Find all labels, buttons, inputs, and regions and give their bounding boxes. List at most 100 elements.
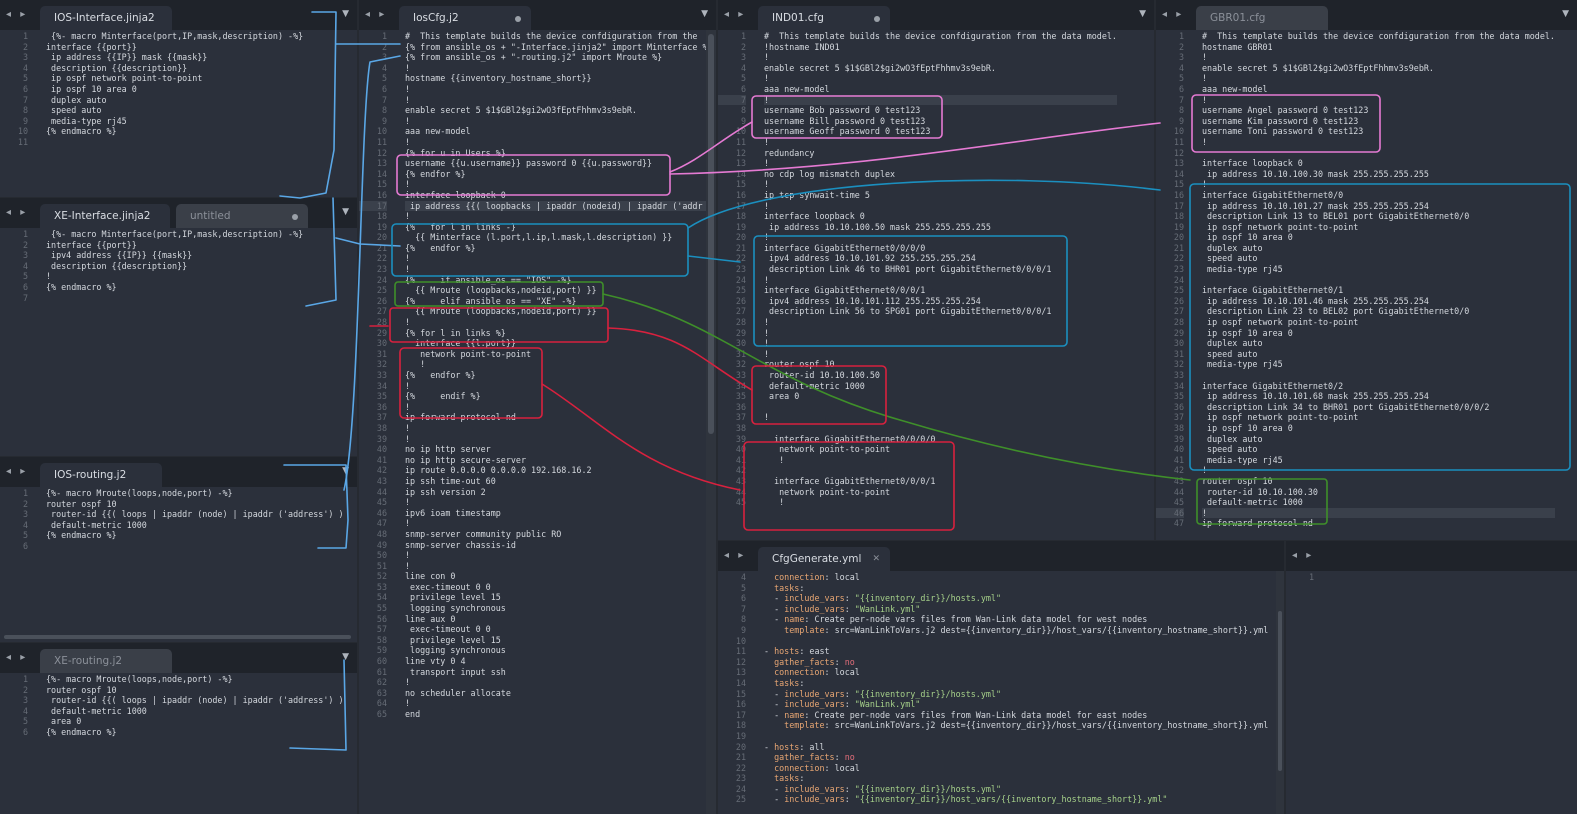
horizontal-scrollbar[interactable] [4,635,351,639]
line-number: 20 [735,232,746,243]
line-number: 13 [735,667,746,678]
tab-bar: ◂ ▸ IOS-Interface.jinja2 ▼ [0,0,357,30]
line-number: 3 [1178,52,1184,63]
tab-nav-arrows[interactable]: ◂ ▸ [1292,550,1314,561]
line-number: 27 [376,306,387,317]
tab-menu-icon[interactable]: ▼ [701,9,708,19]
line-number: 50 [376,550,387,561]
tab-nav-arrows[interactable]: ◂ ▸ [6,207,28,218]
code-line: ip route 0.0.0.0 0.0.0.0 192.168.16.2 [405,465,592,476]
code-line: ip address 10.10.101.46 mask 255.255.255… [1202,295,1429,306]
line-number: 8 [381,105,387,116]
line-number: 59 [376,645,387,656]
tab-untitled[interactable]: untitled [176,204,308,228]
line-number: 21 [735,752,746,763]
tab-ioscfg[interactable]: IosCfg.j2 [399,6,531,30]
line-number: 9 [22,115,28,126]
tab-nav-arrows[interactable]: ◂ ▸ [724,550,746,561]
line-number: 1 [22,31,28,41]
line-number: 14 [376,168,387,179]
tab-ios-routing[interactable]: IOS-routing.j2 [40,463,162,487]
code-line: ! [405,264,411,275]
code-line: exec-timeout 0 0 [405,581,491,592]
code-line: ! [764,232,770,243]
line-number: 42 [376,465,387,476]
line-number: 32 [735,359,746,370]
line-number: 12 [735,147,746,158]
pane-gbr01: ◂ ▸ GBR01.cfg ▼ 1 2 3 4 5 6 7 8 9 10 11 12 13 14 15 16 1… [1156,0,1577,540]
code-line: {% from ansible_os + "-Interface.jinja2"… [405,41,713,52]
line-number: 56 [376,613,387,624]
tab-nav-arrows[interactable]: ◂ ▸ [365,9,387,20]
code-line: redundancy [764,147,815,158]
tab-menu-icon[interactable]: ▼ [342,207,349,217]
code-line: interface GigabitEthernet0/0 [1202,189,1344,200]
tab-bar: ◂ ▸ IosCfg.j2 ▼ [359,0,716,30]
code-line: duplex auto [46,94,107,105]
line-number: 38 [735,422,746,433]
tab-gbr01[interactable]: GBR01.cfg [1196,6,1328,30]
code-line: ! [46,271,52,282]
line-number: 12 [376,147,387,158]
line-number-gutter: 123456 [0,674,28,738]
tab-nav-arrows[interactable]: ◂ ▸ [6,652,28,663]
code-line: interface {{port}} [46,239,137,250]
code-line: ! [764,338,770,349]
code-line: tasks: [774,677,805,688]
line-number: 26 [1173,295,1184,306]
code-line: enable secret 5 $1$GBl2$gi2wO3fEptFhhmv3… [405,105,637,116]
line-number: 10 [376,126,387,137]
tab-menu-icon[interactable]: ▼ [342,466,349,476]
line-number: 1 [22,674,28,684]
line-number: 3 [22,52,28,63]
line-number: 20 [735,741,746,752]
code-line: ! [405,497,411,508]
code-text: {%- macro Mroute(loops,node,port) -%} rou… [46,488,344,552]
line-number: 5 [740,73,746,84]
line-number: 36 [735,401,746,412]
tab-nav-arrows[interactable]: ◂ ▸ [6,9,28,20]
code-line: ! [1202,73,1208,84]
code-line: ip ssh version 2 [405,486,486,497]
vertical-scrollbar[interactable] [706,30,716,814]
line-number: 21 [376,242,387,253]
tab-nav-arrows[interactable]: ◂ ▸ [724,9,746,20]
tab-ind01[interactable]: IND01.cfg [758,6,890,30]
line-number: 38 [1173,422,1184,433]
line-number: 25 [735,285,746,296]
code-line: ip address 10.10.101.68 mask 255.255.255… [1202,391,1429,402]
pane-cfggenerate: ◂ ▸ CfgGenerate.yml ✕ 4 5 6 7 8 9 10 11 12 13 14 15… [718,541,1284,814]
code-line: {% from ansible_os + "-routing.j2" impor… [405,52,663,63]
code-line: ! [405,677,411,688]
line-number: 5 [22,716,28,727]
line-number-gutter: 4 5 6 7 8 9 10 11 12 13 14 15 16 17 18 19 20 21 22 23 24 25 [718,572,746,805]
vertical-scrollbar[interactable] [1276,571,1284,814]
close-icon[interactable]: ✕ [872,547,880,571]
tab-ios-interface[interactable]: IOS-Interface.jinja2 [40,6,172,30]
line-number: 20 [376,232,387,243]
code-line: ip ospf 10 area 0 [1202,232,1293,243]
tab-menu-icon[interactable]: ▼ [342,9,349,19]
code-line: interface GigabitEthernet0/1 [1202,285,1344,296]
line-number: 9 [1178,115,1184,126]
code-line: ! [405,317,411,328]
tab-xe-routing[interactable]: XE-routing.j2 [40,649,172,673]
tab-menu-icon[interactable]: ▼ [342,652,349,662]
code-line: ! [764,274,770,285]
code-line: {{ Mroute (loopbacks,nodeid,port) }} [405,306,597,317]
tab-label: IOS-Interface.jinja2 [54,12,155,24]
tab-nav-arrows[interactable]: ◂ ▸ [1162,9,1184,20]
tab-xe-interface[interactable]: XE-Interface.jinja2 [40,204,170,228]
line-number: 11 [17,136,28,147]
line-number: 33 [376,370,387,380]
code-line: enable secret 5 $1$GBl2$gi2wO3fEptFhhmv3… [1202,62,1434,73]
tab-menu-icon[interactable]: ▼ [1562,9,1569,19]
tab-cfggenerate[interactable]: CfgGenerate.yml ✕ [758,547,890,571]
tab-nav-arrows[interactable]: ◂ ▸ [6,466,28,477]
line-number: 1 [22,229,28,239]
code-line: router ospf 10 [46,498,117,509]
line-number: 62 [376,677,387,688]
code-line: ip ospf 10 area 0 [1202,422,1293,433]
tab-menu-icon[interactable]: ▼ [1139,9,1146,19]
